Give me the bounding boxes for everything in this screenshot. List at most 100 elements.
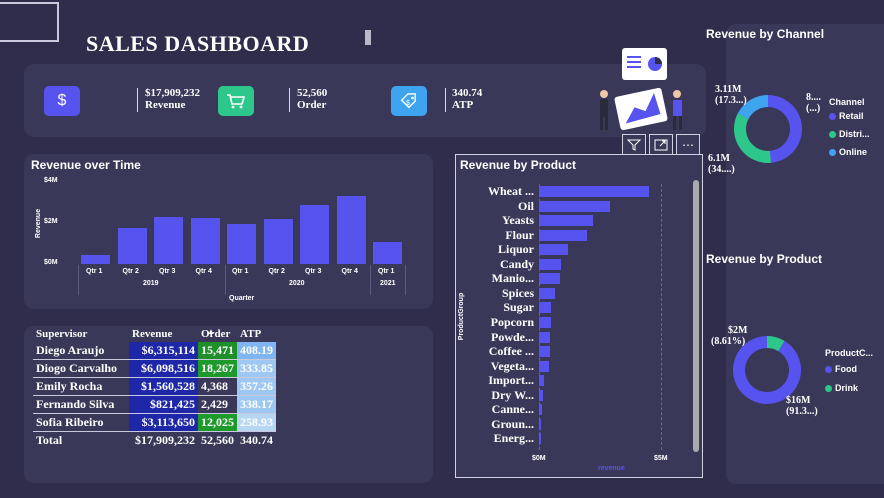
x-quarter-tick: Qtr 4: [341, 268, 358, 275]
table-row[interactable]: Sofia Ribeiro $3,113,650 12,025 258.93: [33, 413, 276, 432]
column-header-atp[interactable]: ATP: [237, 326, 276, 342]
table-total-row: Total $17,909,232 52,560 340.74: [33, 432, 276, 450]
product-label: Yeasts: [502, 213, 534, 228]
focus-mode-button[interactable]: [649, 134, 673, 156]
x-axis-divider: [405, 265, 406, 295]
product-label: Vegeta...: [490, 358, 534, 373]
revenue-bar[interactable]: [190, 217, 220, 264]
revenue-over-time-title: Revenue over Time: [31, 158, 141, 172]
y-tick: $0M: [44, 259, 58, 266]
total-revenue-cell: $17,909,232: [135, 433, 195, 447]
legend-item-drink[interactable]: Drink: [825, 379, 873, 397]
product-bar[interactable]: [539, 186, 649, 197]
order-cell: 18,267: [198, 359, 237, 378]
revenue-bar[interactable]: [300, 204, 329, 264]
table-row[interactable]: Diego Araujo $6,315,114 15,471 408.19: [33, 342, 276, 360]
product-bar[interactable]: [539, 389, 543, 401]
product-bar[interactable]: [539, 302, 552, 314]
revenue-cell: $821,425: [129, 395, 198, 414]
cart-icon: [218, 86, 254, 116]
atp-cell: 333.85: [237, 359, 276, 378]
x-tick: $5M: [654, 455, 668, 462]
table-row[interactable]: Fernando Silva $821,425 2,429 338.17: [33, 395, 276, 414]
order-cell: 2,429: [198, 395, 237, 414]
table-row[interactable]: Emily Rocha $1,560,528 4,368 357.26: [33, 377, 276, 396]
product-bar[interactable]: [539, 433, 541, 445]
donut-slice[interactable]: [768, 95, 802, 163]
total-order-cell: 52,560: [201, 433, 234, 447]
x-axis-label: Quarter: [229, 295, 255, 302]
filter-button[interactable]: [622, 134, 646, 156]
more-options-button[interactable]: ⋯: [676, 134, 700, 156]
product-label: Flour: [505, 227, 534, 242]
scrollbar[interactable]: [693, 180, 699, 452]
product-bar[interactable]: [539, 287, 555, 299]
x-tick: $0M: [532, 455, 546, 462]
donut-slice[interactable]: [734, 113, 772, 163]
revenue-by-product-title: Revenue by Product: [460, 158, 577, 172]
product-bar[interactable]: [539, 215, 593, 227]
page-title: SALES DASHBOARD: [86, 31, 310, 56]
atp-cell: 338.17: [237, 395, 276, 414]
legend-item-distributor[interactable]: Distri...: [829, 125, 870, 143]
x-year-label: 2019: [143, 280, 159, 287]
column-header-revenue[interactable]: Revenue: [129, 326, 198, 342]
revenue-cell: $6,315,114: [129, 342, 198, 360]
x-quarter-tick: Qtr 3: [159, 268, 176, 275]
revenue-bar[interactable]: [154, 216, 183, 264]
revenue-bar[interactable]: [263, 218, 293, 264]
atp-cell: 258.93: [237, 413, 276, 432]
filter-icon: [627, 139, 641, 151]
product-label: Sugar: [503, 300, 534, 315]
product-bar[interactable]: [539, 316, 552, 328]
kpi-atp-value: 340.74: [452, 87, 483, 99]
x-quarter-tick: Qtr 4: [195, 268, 212, 275]
legend-item-retail[interactable]: Retail: [829, 108, 870, 125]
kpi-revenue-label: Revenue: [145, 99, 186, 111]
product-bar[interactable]: [539, 258, 561, 270]
svg-text:$: $: [406, 100, 410, 107]
channel-legend: Channel Retail Distri... Online: [829, 97, 870, 161]
product-bar[interactable]: [539, 244, 569, 256]
revenue-bar[interactable]: [336, 196, 366, 264]
x-quarter-tick: Qtr 1: [378, 268, 395, 275]
y-axis-label: Revenue: [35, 208, 43, 239]
tag-icon: $: [391, 86, 427, 116]
product-bar[interactable]: [539, 273, 560, 285]
product-bar[interactable]: [539, 331, 550, 343]
supervisor-cell: Sofia Ribeiro: [33, 413, 129, 432]
more-icon: ⋯: [682, 138, 694, 152]
product-legend: ProductC... Food Drink: [825, 348, 873, 397]
revenue-bar[interactable]: [373, 242, 402, 264]
y-axis-label: ProductGroup: [458, 292, 466, 341]
product-bar[interactable]: [539, 346, 550, 358]
revenue-bar[interactable]: [117, 228, 147, 264]
channel-label-distributor: 6.1M (34....): [708, 153, 735, 175]
x-quarter-tick: Qtr 1: [86, 268, 103, 275]
product-bar[interactable]: [539, 404, 542, 416]
revenue-bar[interactable]: [81, 254, 110, 264]
x-quarter-tick: Qtr 1: [232, 268, 249, 275]
x-quarter-tick: Qtr 2: [268, 268, 285, 275]
revenue-cell: $1,560,528: [129, 377, 198, 396]
order-cell: 15,471: [198, 342, 237, 360]
analytics-illustration: [600, 48, 682, 131]
kpi-order-value: 52,560: [297, 87, 328, 99]
column-header-order[interactable]: Order: [198, 326, 237, 342]
revenue-bar[interactable]: [227, 224, 256, 264]
legend-item-food[interactable]: Food: [825, 359, 873, 379]
product-bar[interactable]: [539, 418, 542, 430]
legend-item-online[interactable]: Online: [829, 143, 870, 161]
x-axis-divider: [225, 265, 226, 295]
product-label: Coffee ...: [488, 344, 534, 359]
product-label: Powde...: [491, 329, 534, 344]
table-header-row: Supervisor Revenue Order ATP: [33, 326, 276, 342]
product-bar[interactable]: [539, 375, 544, 387]
table-row[interactable]: Diogo Carvalho $6,098,516 18,267 333.85: [33, 359, 276, 378]
product-bar[interactable]: [539, 229, 587, 241]
scrollbar-thumb[interactable]: [693, 180, 699, 452]
product-bar[interactable]: [539, 360, 549, 372]
column-header-supervisor[interactable]: Supervisor: [33, 326, 129, 342]
product-bar[interactable]: [539, 200, 610, 212]
total-name-cell: Total: [36, 433, 63, 447]
